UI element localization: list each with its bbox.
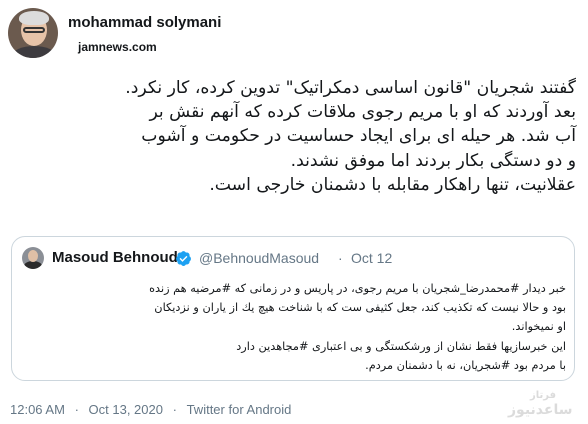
quoted-tweet[interactable]: Masoud Behnoud @BehnoudMasoud · Oct 12 خ… xyxy=(11,236,575,381)
avatar-hair xyxy=(19,11,49,25)
verified-badge-icon xyxy=(176,251,191,266)
tweet-line: آب شد. هر حیله ای برای ایجاد حساسیت در ح… xyxy=(141,126,576,147)
tweet-line: و دو دستگی بکار بردند اما موفق نشدند. xyxy=(290,150,576,171)
tweet-date[interactable]: Oct 13, 2020 xyxy=(89,402,163,417)
quoted-line: بود و حالا نیست که تکذیب کند، جعل کثیفی … xyxy=(154,301,566,315)
author-name[interactable]: mohammad solymani xyxy=(68,14,221,31)
watermark-bottom: ساعدنیوز xyxy=(508,402,573,418)
author-avatar[interactable] xyxy=(8,8,58,58)
quoted-avatar-shirt xyxy=(24,261,42,269)
quoted-date[interactable]: Oct 12 xyxy=(351,250,392,266)
avatar-shirt xyxy=(12,46,56,58)
tweet-header: mohammad solymani jamnews.com xyxy=(8,8,580,60)
tweet-meta: 12:06 AM · Oct 13, 2020 · Twitter for An… xyxy=(10,402,291,417)
quoted-author-handle[interactable]: @BehnoudMasoud xyxy=(199,250,319,266)
avatar-glasses xyxy=(23,27,45,33)
quoted-avatar-face xyxy=(28,250,38,262)
separator-dot: · xyxy=(338,250,343,266)
watermark-top: فرتاز xyxy=(530,390,557,401)
tweet-line: گفتند شجریان "قانون اساسی دمکراتیک" تدوی… xyxy=(125,78,576,98)
separator-dot: · xyxy=(74,402,79,417)
tweet-text: گفتند شجریان "قانون اساسی دمکراتیک" تدوی… xyxy=(12,76,576,197)
quoted-line: او نمیخواند. xyxy=(511,320,566,334)
tweet-client[interactable]: Twitter for Android xyxy=(187,402,292,417)
author-source: jamnews.com xyxy=(78,40,157,54)
tweet-time[interactable]: 12:06 AM xyxy=(10,402,65,417)
separator-dot: · xyxy=(172,402,177,417)
quoted-line: خبر دیدار #محمدرضا_شجریان با مریم رجوی، … xyxy=(149,282,566,295)
quoted-line: با مردم بود #شجریان، نه با دشمنان مردم. xyxy=(365,358,566,372)
tweet-line: عقلانیت، تنها راهکار مقابله با دشمنان خا… xyxy=(209,174,576,195)
quoted-tweet-text: خبر دیدار #محمدرضا_شجریان با مریم رجوی، … xyxy=(20,279,566,375)
quoted-author-avatar[interactable] xyxy=(22,247,44,269)
watermark-logo: فرتاز ساعدنیوز xyxy=(508,390,582,420)
quoted-line: این خبرسازیها فقط نشان از ورشکستگی و بی … xyxy=(236,339,566,353)
quoted-author-name[interactable]: Masoud Behnoud xyxy=(52,249,178,266)
tweet-line: بعد آوردند که او با مریم رجوی ملاقات کرد… xyxy=(149,102,576,123)
